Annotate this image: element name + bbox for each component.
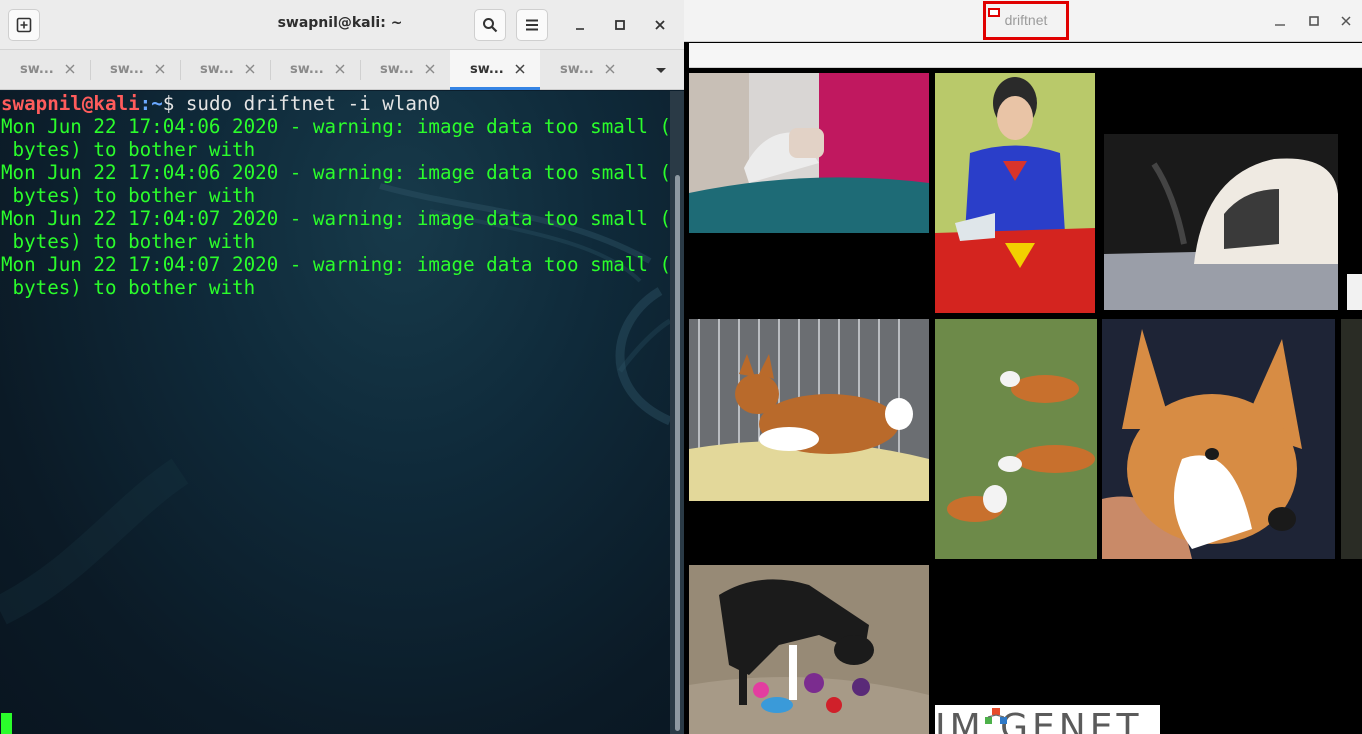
close-button[interactable] (650, 15, 670, 35)
new-tab-icon (16, 17, 32, 33)
output-line: Mon Jun 22 17:04:07 2020 - warning: imag… (1, 253, 670, 276)
hamburger-menu-icon (526, 19, 538, 31)
minimize-icon[interactable] (1272, 13, 1288, 29)
terminal-output: swapnil@kali:~$ sudo driftnet -i wlan0 M… (1, 92, 670, 299)
menu-button[interactable] (516, 9, 548, 41)
terminal-titlebar: swapnil@kali: ~ (0, 0, 684, 50)
close-icon[interactable] (512, 61, 528, 77)
tab-label: sw... (110, 62, 144, 77)
captured-image-superman-ironing[interactable] (935, 73, 1095, 313)
terminal-tab-1[interactable]: sw... (0, 50, 90, 90)
prompt-symbol: $ (162, 92, 175, 115)
output-line: bytes) to bother with (1, 230, 256, 253)
tab-label: sw... (380, 62, 414, 77)
driftnet-toolbar (689, 43, 1362, 68)
driftnet-titlebar: driftnet (684, 0, 1362, 42)
terminal-tab-3[interactable]: sw... (180, 50, 270, 90)
terminal-tab-6-active[interactable]: sw... (450, 50, 540, 90)
maximize-button[interactable] (610, 15, 630, 35)
terminal-cursor (1, 713, 12, 734)
tab-label: sw... (20, 62, 54, 77)
search-button[interactable] (474, 9, 506, 41)
output-line: Mon Jun 22 17:04:07 2020 - warning: imag… (1, 207, 670, 230)
captured-image-ironing-person[interactable] (689, 73, 929, 233)
output-line: bytes) to bother with (1, 184, 256, 207)
terminal-tab-5[interactable]: sw... (360, 50, 450, 90)
close-icon[interactable] (332, 61, 348, 77)
search-icon (483, 18, 498, 33)
terminal-tab-7[interactable]: sw... (540, 50, 630, 90)
tab-label: sw... (470, 62, 504, 77)
terminal-body[interactable]: swapnil@kali:~$ sudo driftnet -i wlan0 M… (0, 91, 670, 734)
prompt-user-host: swapnil@kali (1, 92, 140, 115)
tab-label: sw... (200, 62, 234, 77)
close-icon (655, 20, 665, 30)
close-icon[interactable] (242, 61, 258, 77)
output-line: bytes) to bother with (1, 138, 256, 161)
maximize-icon (615, 20, 625, 30)
captured-image-dog-crate[interactable] (689, 319, 929, 501)
terminal-tab-2[interactable]: sw... (90, 50, 180, 90)
new-tab-button[interactable] (8, 9, 40, 41)
active-tab-indicator (450, 87, 540, 90)
driftnet-window-title: driftnet (1004, 12, 1048, 28)
prompt-command: sudo driftnet -i wlan0 (174, 92, 441, 115)
tab-label: sw... (290, 62, 324, 77)
output-line: Mon Jun 22 17:04:06 2020 - warning: imag… (1, 115, 670, 138)
minimize-icon (576, 28, 584, 30)
chevron-down-icon[interactable] (650, 62, 672, 78)
minimize-button[interactable] (570, 15, 590, 35)
close-icon[interactable] (602, 61, 618, 77)
tab-bar: sw... sw... sw... sw... sw... sw... sw..… (0, 50, 684, 90)
close-icon[interactable] (422, 61, 438, 77)
captured-image-puppy-closeup[interactable] (1102, 319, 1335, 559)
captured-image-white-iron[interactable] (1104, 134, 1338, 310)
terminal-window: swapnil@kali: ~ sw... sw... sw... sw... … (0, 0, 684, 734)
prompt-separator: : (139, 92, 152, 115)
close-icon[interactable] (1338, 13, 1354, 29)
output-line: Mon Jun 22 17:04:06 2020 - warning: imag… (1, 161, 670, 184)
captured-image-dog-toys[interactable] (689, 565, 929, 734)
captured-image-partial[interactable] (1341, 319, 1362, 559)
tab-label: sw... (560, 62, 594, 77)
captured-images-canvas: IM GENET (689, 68, 1362, 734)
captured-image-partial[interactable] (1347, 274, 1362, 310)
captured-image-running-dogs[interactable] (935, 319, 1097, 559)
window-title: swapnil@kali: ~ (277, 15, 403, 31)
scrollbar-thumb[interactable] (675, 175, 680, 731)
close-icon[interactable] (152, 61, 168, 77)
output-line: bytes) to bother with (1, 276, 256, 299)
driftnet-window: driftnet IM GENET (684, 0, 1362, 734)
terminal-tab-4[interactable]: sw... (270, 50, 360, 90)
close-icon[interactable] (62, 61, 78, 77)
terminal-scrollbar[interactable] (670, 91, 684, 734)
captured-image-imagenet-logo[interactable]: IM GENET (935, 705, 1160, 734)
maximize-icon[interactable] (1306, 13, 1322, 29)
imagenet-logo-mark (985, 708, 1007, 724)
imagenet-logo-text: IM GENET (935, 707, 1143, 734)
prompt-path: ~ (151, 92, 163, 115)
